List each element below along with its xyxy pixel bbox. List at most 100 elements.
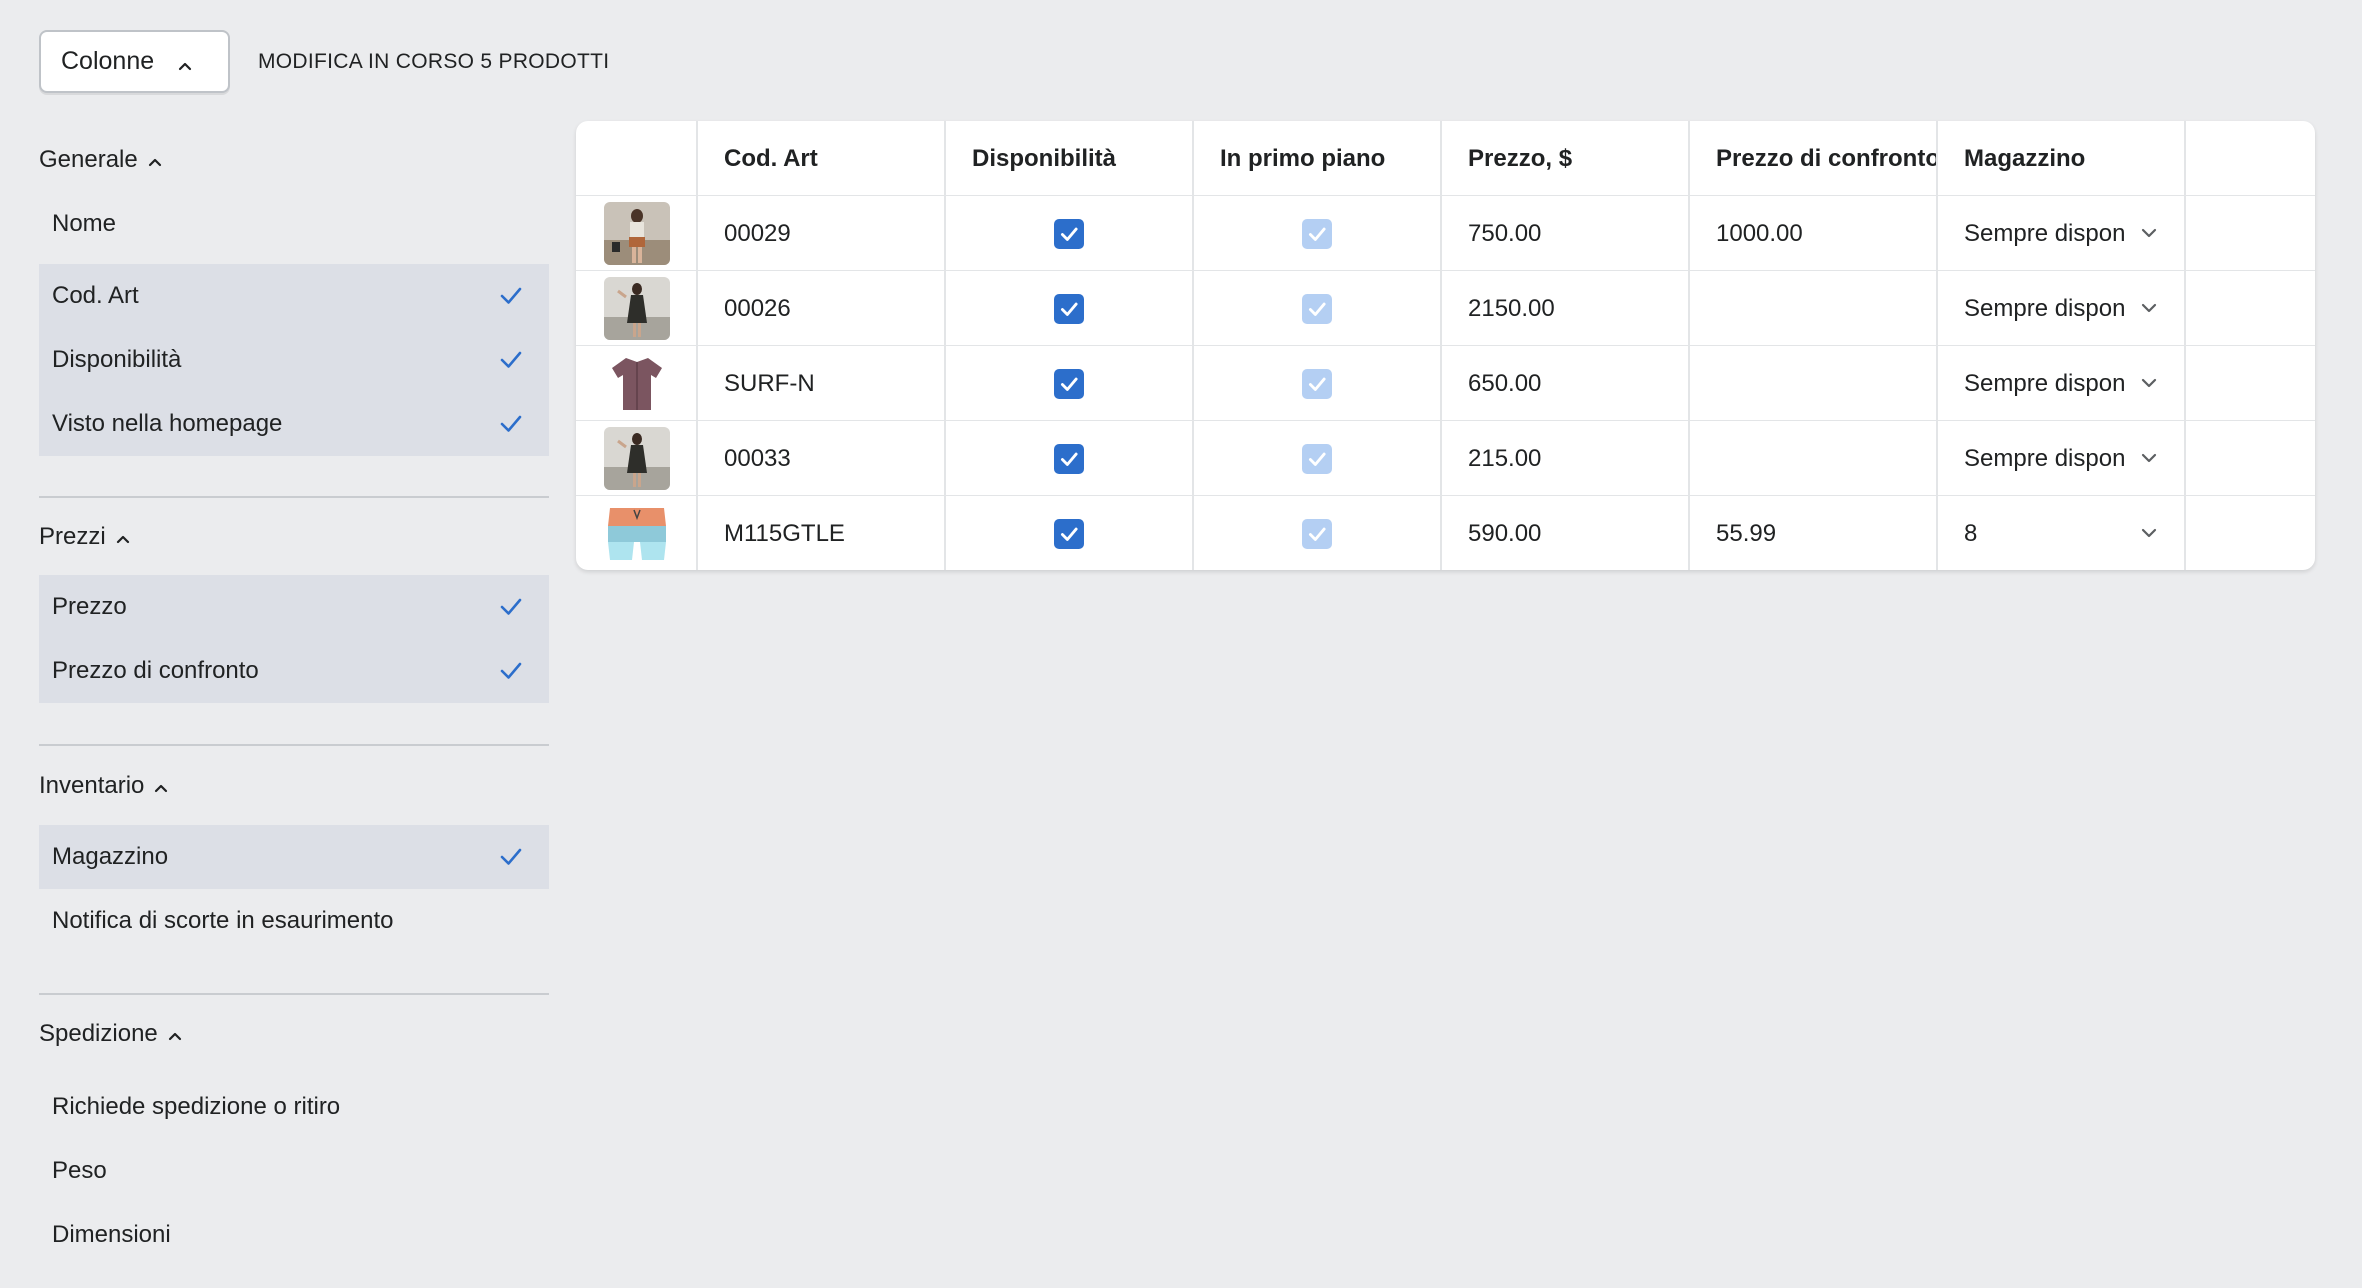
featured-checkbox[interactable] — [1302, 293, 1332, 324]
sku-cell[interactable]: 00029 — [698, 196, 946, 271]
stock-select-value: Sempre dispon — [1964, 294, 2126, 322]
column-option-magazzino[interactable]: Magazzino — [39, 825, 549, 889]
product-thumbnail — [604, 277, 670, 340]
toolbar: Colonne MODIFICA IN CORSO 5 PRODOTTI — [39, 30, 609, 93]
sku-cell[interactable]: M115GTLE — [698, 496, 946, 570]
thumbnail-cell — [576, 496, 698, 570]
availability-checkbox[interactable] — [1054, 368, 1084, 399]
sku-cell[interactable]: 00026 — [698, 271, 946, 346]
featured-checkbox[interactable] — [1302, 443, 1332, 474]
chevron-down-icon — [2141, 303, 2157, 313]
checkmark-icon — [500, 351, 522, 368]
sku-cell[interactable]: 00033 — [698, 421, 946, 496]
table-row: 00033 215.00 Sempre dispon — [576, 421, 2315, 496]
availability-checkbox[interactable] — [1054, 443, 1084, 474]
column-option-notifica-scorte[interactable]: Notifica di scorte in esaurimento — [39, 889, 549, 953]
availability-cell — [946, 196, 1194, 271]
header-prezzo-confronto[interactable]: Prezzo di confronto — [1690, 121, 1938, 196]
product-thumbnail — [604, 427, 670, 490]
column-option-peso[interactable]: Peso — [39, 1139, 549, 1203]
stock-select-value: Sempre dispon — [1964, 444, 2126, 472]
compare-price-cell[interactable] — [1690, 421, 1938, 496]
empty-cell — [2186, 196, 2315, 271]
product-thumbnail — [604, 352, 670, 415]
editing-count-label: MODIFICA IN CORSO 5 PRODOTTI — [258, 49, 610, 73]
availability-checkbox[interactable] — [1054, 518, 1084, 549]
compare-price-cell[interactable] — [1690, 346, 1938, 421]
availability-cell — [946, 346, 1194, 421]
column-option-visto-homepage[interactable]: Visto nella homepage — [39, 392, 549, 456]
section-header-inventario[interactable]: Inventario — [39, 766, 549, 806]
checkmark-icon — [500, 415, 522, 432]
header-prezzo[interactable]: Prezzo, $ — [1442, 121, 1690, 196]
stock-select-value: Sempre dispon — [1964, 369, 2126, 397]
columns-button-label: Colonne — [61, 47, 155, 75]
column-option-prezzo[interactable]: Prezzo — [39, 575, 549, 639]
column-option-label: Visto nella homepage — [52, 410, 283, 437]
price-cell[interactable]: 215.00 — [1442, 421, 1690, 496]
checkmark-icon — [500, 598, 522, 615]
section-generale: Generale Nome Cod. Art Disponibilità Vis… — [39, 140, 549, 456]
availability-checkbox[interactable] — [1054, 293, 1084, 324]
sku-cell[interactable]: SURF-N — [698, 346, 946, 421]
column-option-label: Notifica di scorte in esaurimento — [52, 907, 394, 934]
section-title: Prezzi — [39, 523, 106, 550]
availability-checkbox[interactable] — [1054, 218, 1084, 249]
section-prezzi: Prezzi Prezzo Prezzo di confronto — [39, 517, 549, 703]
price-cell[interactable]: 590.00 — [1442, 496, 1690, 570]
thumbnail-cell — [576, 346, 698, 421]
section-header-spedizione[interactable]: Spedizione — [39, 1014, 549, 1054]
header-disponibilita[interactable]: Disponibilità — [946, 121, 1194, 196]
featured-cell — [1194, 271, 1442, 346]
price-cell[interactable]: 650.00 — [1442, 346, 1690, 421]
chevron-up-icon — [116, 535, 129, 544]
columns-button[interactable]: Colonne — [39, 30, 230, 93]
stock-select[interactable]: Sempre dispon — [1938, 271, 2186, 346]
compare-price-cell[interactable]: 1000.00 — [1690, 196, 1938, 271]
header-magazzino[interactable]: Magazzino — [1938, 121, 2186, 196]
column-option-label: Cod. Art — [52, 282, 139, 309]
stock-select-value: 8 — [1964, 519, 1978, 547]
column-option-label: Dimensioni — [52, 1221, 171, 1248]
section-title: Inventario — [39, 772, 145, 799]
stock-select[interactable]: 8 — [1938, 496, 2186, 570]
header-cod-art[interactable]: Cod. Art — [698, 121, 946, 196]
featured-checkbox[interactable] — [1302, 218, 1332, 249]
section-header-generale[interactable]: Generale — [39, 140, 549, 180]
column-option-prezzo-confronto[interactable]: Prezzo di confronto — [39, 639, 549, 703]
header-empty — [2186, 121, 2315, 196]
thumbnail-cell — [576, 271, 698, 346]
column-option-nome[interactable]: Nome — [39, 192, 549, 256]
price-cell[interactable]: 2150.00 — [1442, 271, 1690, 346]
section-inventario: Inventario Magazzino Notifica di scorte … — [39, 766, 549, 934]
section-divider — [39, 993, 549, 995]
stock-select[interactable]: Sempre dispon — [1938, 346, 2186, 421]
column-option-label: Magazzino — [52, 843, 169, 870]
empty-cell — [2186, 421, 2315, 496]
empty-cell — [2186, 496, 2315, 570]
compare-price-cell[interactable] — [1690, 271, 1938, 346]
chevron-down-icon — [2141, 378, 2157, 388]
price-cell[interactable]: 750.00 — [1442, 196, 1690, 271]
column-option-label: Peso — [52, 1157, 107, 1184]
table-row: SURF-N 650.00 Sempre dispon — [576, 346, 2315, 421]
column-option-cod-art[interactable]: Cod. Art — [39, 264, 549, 328]
column-option-dimensioni[interactable]: Dimensioni — [39, 1203, 549, 1267]
featured-checkbox[interactable] — [1302, 518, 1332, 549]
availability-cell — [946, 421, 1194, 496]
featured-checkbox[interactable] — [1302, 368, 1332, 399]
stock-select[interactable]: Sempre dispon — [1938, 196, 2186, 271]
column-option-label: Disponibilità — [52, 346, 182, 373]
empty-cell — [2186, 346, 2315, 421]
column-option-richiede-spedizione[interactable]: Richiede spedizione o ritiro — [39, 1075, 549, 1139]
table-row: 00029 750.00 1000.00 Sempre dispon — [576, 196, 2315, 271]
section-header-prezzi[interactable]: Prezzi — [39, 517, 549, 557]
header-in-primo-piano[interactable]: In primo piano — [1194, 121, 1442, 196]
chevron-up-icon — [148, 158, 161, 167]
chevron-up-icon — [168, 1032, 181, 1041]
stock-select[interactable]: Sempre dispon — [1938, 421, 2186, 496]
checkmark-icon — [500, 662, 522, 679]
compare-price-cell[interactable]: 55.99 — [1690, 496, 1938, 570]
column-option-disponibilita[interactable]: Disponibilità — [39, 328, 549, 392]
column-option-label: Prezzo — [52, 593, 127, 620]
